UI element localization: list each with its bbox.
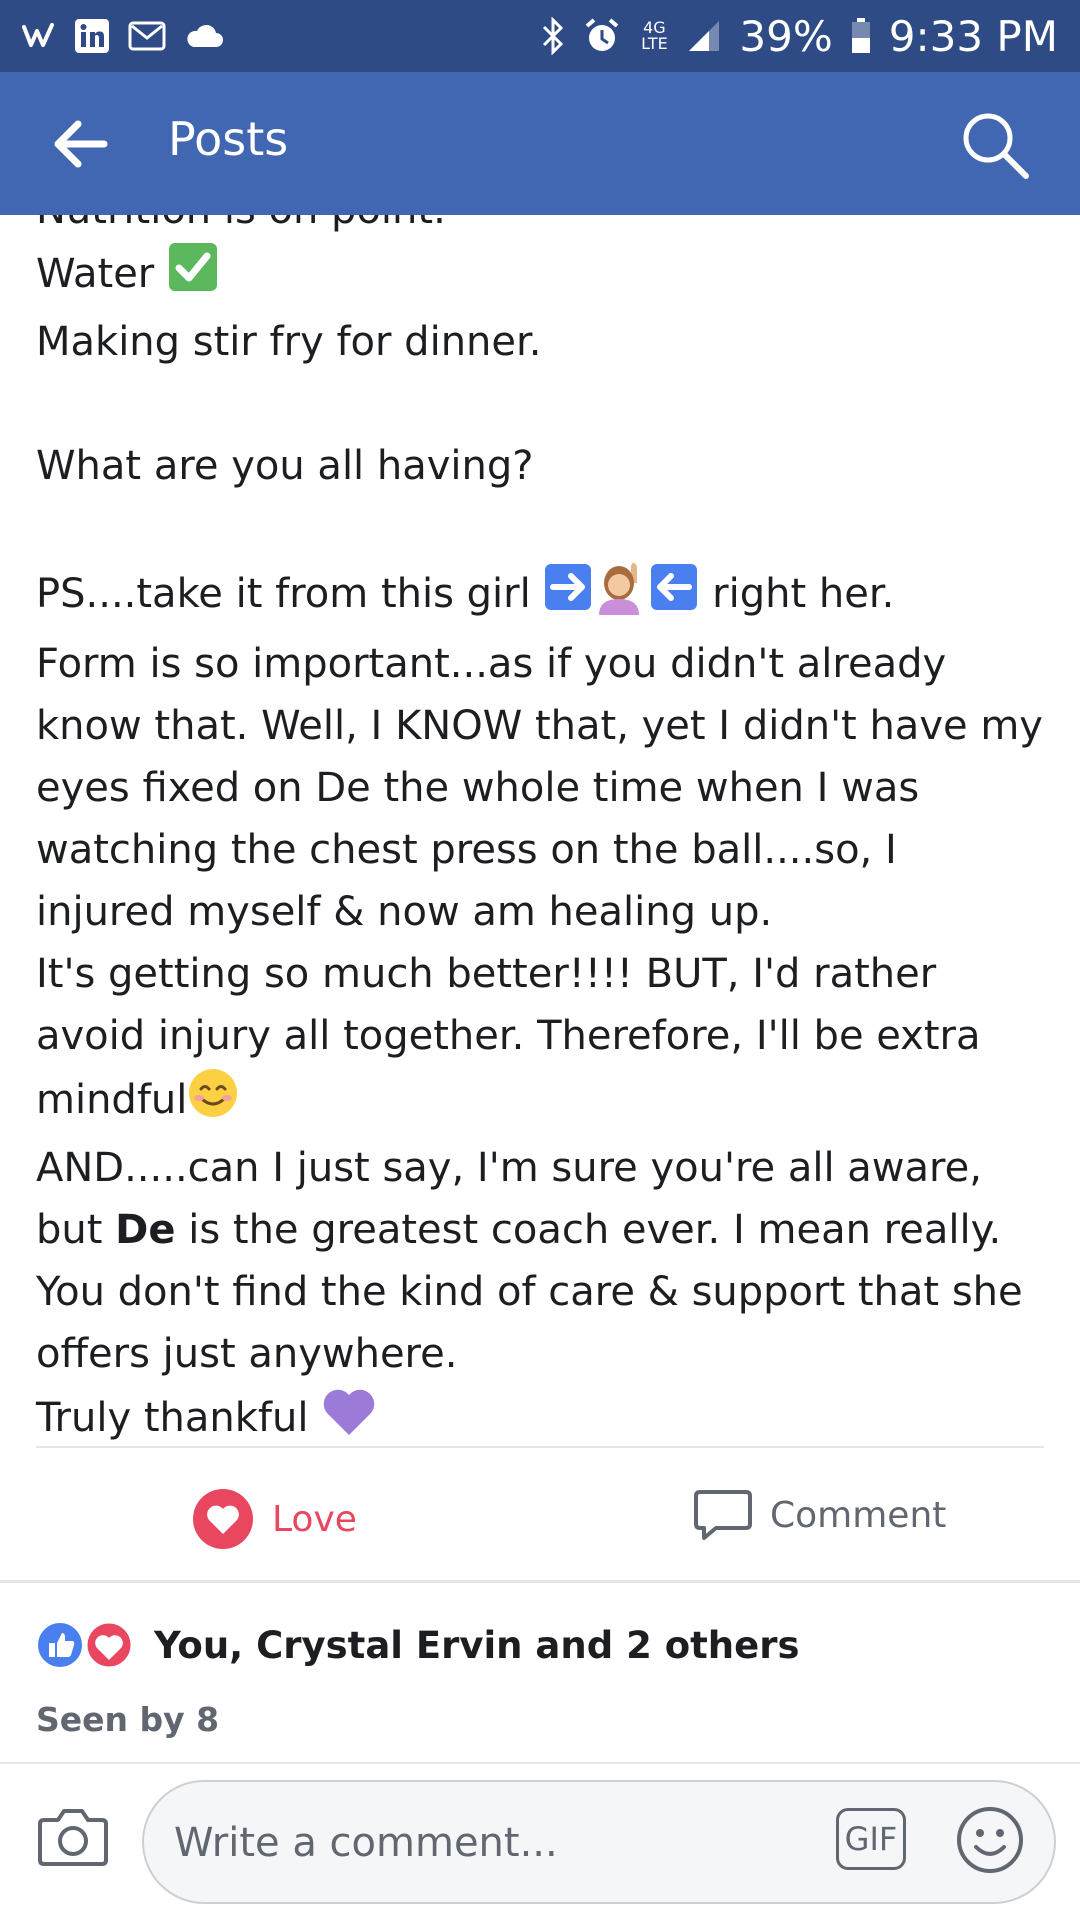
linkedin-icon <box>74 18 110 54</box>
clock: 9:33 PM <box>888 11 1058 61</box>
post-text: Nutrition is on point. Water Making stir… <box>36 215 1046 1445</box>
signal-icon <box>687 19 721 53</box>
post-body: Nutrition is on point. Water Making stir… <box>0 215 1080 1445</box>
comment-icon <box>694 1490 752 1540</box>
bluetooth-icon <box>541 17 565 55</box>
smiling-face-emoji-icon <box>187 1067 239 1137</box>
reactions-summary[interactable]: You, Crystal Ervin and 2 others <box>36 1620 800 1670</box>
system-icons: 4G LTE 39% 9:33 PM <box>541 12 1058 61</box>
comment-button[interactable]: Comment <box>694 1488 946 1542</box>
smiley-icon <box>957 1807 1023 1873</box>
emoji-picker-button[interactable] <box>956 1806 1024 1874</box>
post-and-line-2: is the greatest coach ever. I mean reall… <box>36 1207 1036 1377</box>
comment-label: Comment <box>770 1494 947 1536</box>
ps-start: PS....take it from this girl <box>36 571 531 617</box>
love-button[interactable]: Love <box>192 1488 357 1550</box>
back-arrow-icon <box>54 120 108 168</box>
person-raising-hand-emoji-icon <box>593 559 649 633</box>
battery-icon <box>851 18 871 54</box>
comment-composer: Write a comment... GIF <box>0 1764 1080 1920</box>
notification-icons <box>22 18 224 54</box>
page-title: Posts <box>168 112 289 166</box>
mention-link[interactable]: De <box>115 1207 175 1253</box>
camera-button[interactable] <box>38 1806 108 1868</box>
seen-count[interactable]: Seen by 8 <box>36 1700 219 1739</box>
post-line-dinner: Making stir fry for dinner. <box>36 319 542 365</box>
gif-button[interactable]: GIF <box>836 1808 906 1870</box>
purple-heart-emoji-icon <box>321 1385 377 1445</box>
battery-percent: 39% <box>739 11 833 61</box>
actions-bottom-divider <box>0 1580 1080 1583</box>
search-icon <box>963 113 1029 179</box>
back-button[interactable] <box>52 118 110 170</box>
post-line-thankful: Truly thankful <box>36 1395 309 1441</box>
post-line-water: Water <box>36 251 155 297</box>
left-arrow-emoji-icon <box>649 562 699 630</box>
like-love-reaction-icons <box>36 1620 134 1670</box>
check-mark-emoji-icon <box>167 241 219 311</box>
ps-end: right her. <box>712 571 895 617</box>
post-line-partial: Nutrition is on point. <box>36 215 446 233</box>
comment-placeholder: Write a comment... <box>174 1820 558 1866</box>
app-bar: Posts <box>0 72 1080 215</box>
cloud-icon <box>184 23 224 49</box>
status-bar: 4G LTE 39% 9:33 PM <box>0 0 1080 72</box>
love-reaction-icon <box>193 1489 253 1549</box>
right-arrow-emoji-icon <box>543 562 593 630</box>
post-line-question: What are you all having? <box>36 443 534 489</box>
mail-icon <box>128 21 166 51</box>
network-type-label: 4G LTE <box>641 18 668 53</box>
search-button[interactable] <box>958 108 1032 182</box>
camera-icon <box>38 1809 108 1866</box>
love-label: Love <box>272 1498 357 1540</box>
app-notification-icon <box>22 21 56 51</box>
alarm-icon <box>583 17 621 55</box>
post-actions: Love Comment <box>0 1448 1080 1580</box>
comment-input[interactable]: Write a comment... GIF <box>142 1780 1056 1904</box>
reactions-text: You, Crystal Ervin and 2 others <box>154 1623 800 1667</box>
post-paragraph-better: It's getting so much better!!!! BUT, I'd… <box>36 951 994 1123</box>
post-paragraph-form: Form is so important...as if you didn't … <box>36 641 1056 935</box>
